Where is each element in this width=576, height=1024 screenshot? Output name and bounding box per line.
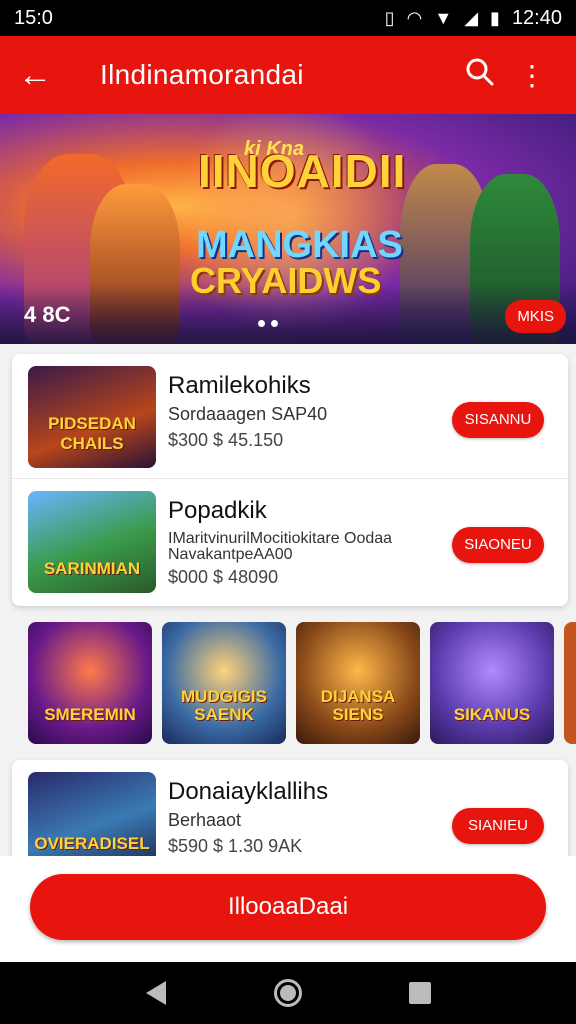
tile-label: DIJANSA SIENS [320,687,396,724]
banner-button[interactable]: MKIS [505,300,566,333]
status-icons: ▯ ◠ ▼ ◢ ▮ 12:40 [385,7,562,30]
game-subtitle: Berhaaot [168,810,242,830]
list-item[interactable]: OVIERADISEL Donaiayklallihs Berhaaot $59… [12,760,568,870]
thumbnail-label: SARINMIAN [43,559,141,578]
game-list-card: OVIERADISEL Donaiayklallihs Berhaaot $59… [12,760,568,870]
back-triangle-icon[interactable] [136,973,176,1013]
vibrate-icon: ▯ [384,7,395,28]
banner-title-line-3: CRYAIDWS [190,260,382,301]
game-subtitle: Sordaaagen SAP40 [168,404,328,424]
game-tile[interactable]: DIJANSA SIENS [296,622,420,744]
game-action-button[interactable]: SIAONEU [452,527,544,563]
tile-label: SIKANUS [453,705,531,724]
status-time-right: 12:40 [511,6,562,29]
signal-bars-icon: ◢ [464,7,479,28]
game-thumbnail: SARINMIAN [28,491,156,593]
more-vert-icon[interactable]: ⋮ [506,59,558,92]
game-name: Ramilekohiks [168,372,311,399]
status-bar: 15:0 ▯ ◠ ▼ ◢ ▮ 12:40 [0,0,576,36]
bottom-action-area: IllooaaDaai [0,856,576,962]
back-arrow-icon[interactable]: ← [18,56,62,95]
game-tile[interactable] [564,622,576,744]
thumbnail-label: PIDSEDAN CHAILS [48,414,136,453]
banner-title: IINOAIDII [198,145,407,197]
signal-icon: ▼ [434,7,453,28]
app-bar: ← Ilndinamorandai ⋮ [0,36,576,114]
tile-label: MUDGIGIS SAENK [181,687,267,724]
banner-page-dots [258,320,278,327]
battery-icon: ▮ [490,7,500,28]
recents-square-icon[interactable] [400,973,440,1013]
game-price: $300 $ 45.150 [168,430,284,450]
game-tile[interactable]: SIKANUS [430,622,554,744]
list-item[interactable]: PIDSEDAN CHAILS Ramilekohiks Sordaaagen … [12,354,568,478]
game-tile[interactable]: SMEREMIN [28,622,152,744]
banner-corner-text: 4 8C [24,302,71,327]
status-time-left: 15:0 [14,6,53,29]
game-list-card: PIDSEDAN CHAILS Ramilekohiks Sordaaagen … [12,354,568,606]
thumbnail-label: OVIERADISEL [34,834,150,853]
game-name: Popadkik [168,497,267,524]
game-subtitle: IMaritvinurilMocitiokitare Oodaa Navakan… [168,530,393,563]
game-tile-carousel[interactable]: SMEREMIN MUDGIGIS SAENK DIJANSA SIENS SI… [28,622,576,744]
search-icon[interactable] [454,57,506,94]
promo-banner[interactable]: ki Kna IINOAIDII MANGKIAS CRYAIDWS 4 8C … [0,114,576,344]
list-item[interactable]: SARINMIAN Popadkik IMaritvinurilMocitiok… [12,478,568,602]
game-price: $000 $ 48090 [168,567,279,587]
wifi-icon: ◠ [406,7,423,28]
system-nav-bar [0,962,576,1024]
game-action-button[interactable]: SIANIEU [452,808,544,844]
app-title: Ilndinamorandai [100,59,304,90]
tile-label: SMEREMIN [44,705,136,724]
game-tile[interactable]: MUDGIGIS SAENK [162,622,286,744]
game-action-button[interactable]: SISANNU [452,402,544,438]
main-action-button[interactable]: IllooaaDaai [30,874,546,940]
game-price: $590 $ 1.30 9AK [168,836,303,856]
home-circle-icon[interactable] [268,973,308,1013]
game-name: Donaiayklallihs [168,778,329,805]
game-thumbnail: OVIERADISEL [28,772,156,868]
game-thumbnail: PIDSEDAN CHAILS [28,366,156,468]
